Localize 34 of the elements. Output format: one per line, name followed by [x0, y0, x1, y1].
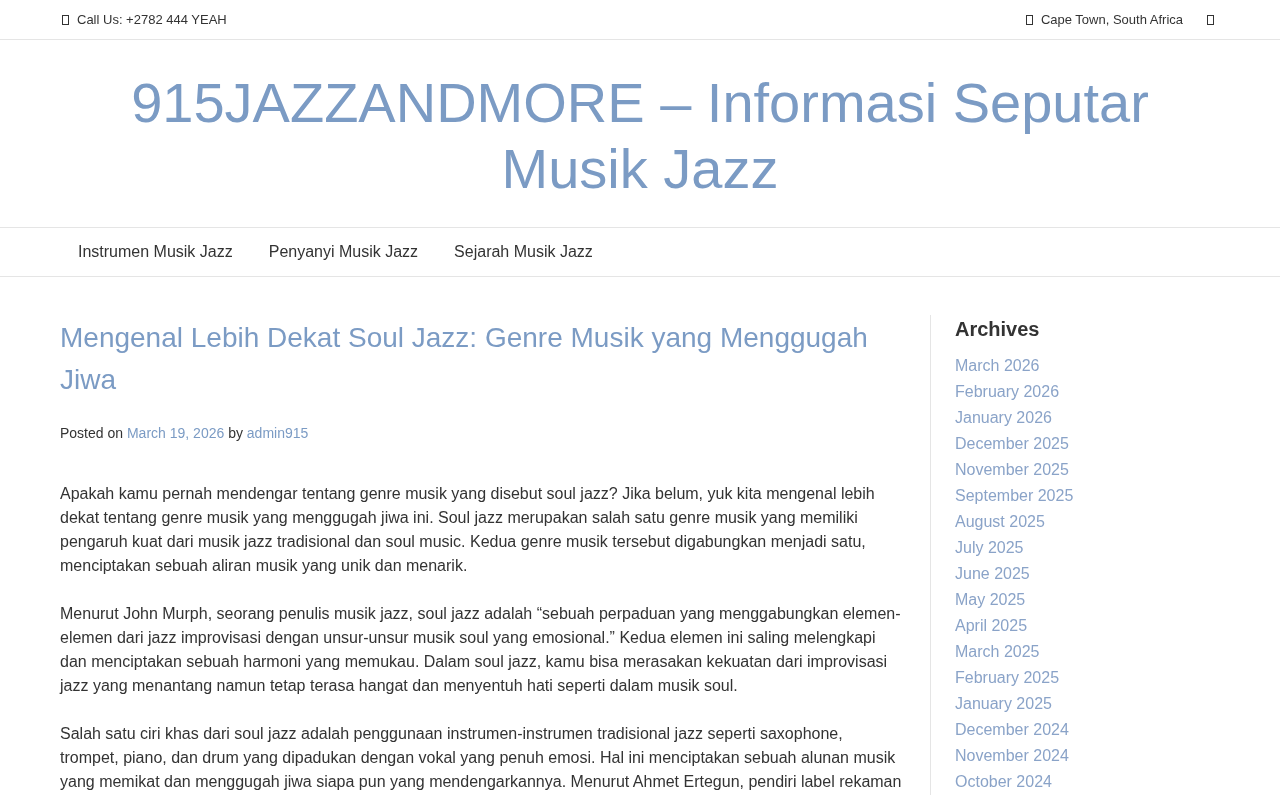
- post-title[interactable]: Mengenal Lebih Dekat Soul Jazz: Genre Musik yang Menggugah Jiwa: [60, 317, 905, 401]
- archive-link[interactable]: November 2025: [955, 461, 1069, 478]
- location-text: Cape Town, South Africa: [1040, 10, 1183, 29]
- body-paragraph: Apakah kamu pernah mendengar tentang genre musik yang disebut soul jazz? Jika belum, yuk kita mengenal lebih dekat tentang genre musik yang menggugah jiwa ini. Soul jazz merupakan salah satu genre musik yang memiliki pengaruh kuat dari musik jazz tradisional dan soul music. Kedua genre musik tersebut digabungkan menjadi satu, menciptakan sebuah aliran musik yang unik dan menarik.: [60, 484, 876, 576]
- archive-link[interactable]: July 2025: [955, 539, 1024, 556]
- archive-link[interactable]: April 2025: [955, 617, 1028, 634]
- archive-link[interactable]: March 2025: [955, 643, 1040, 660]
- archive-link[interactable]: January 2025: [955, 695, 1052, 712]
- archive-link[interactable]: January 2026: [955, 409, 1052, 426]
- body-paragraph: Menurut John Murph, seorang penulis musik jazz, soul jazz adalah “sebuah perpaduan yang menggabungkan elemen-elemen dari jazz improvisasi dengan unsur-unsur musik soul yang emosional.” Kedua elemen ini saling melengkapi dan menciptakan sebuah harmoni yang memukau. Dalam soul jazz, kamu bisa merasakan kekuatan dari improvisasi jazz yang menantang namun tetap terasa hangat dan menyentuh hati seperti dalam musik soul.: [60, 604, 902, 696]
- site-title[interactable]: 915JAZZANDMORE – Informasi Seputar Musik Jazz: [120, 65, 1160, 202]
- missing-glyph-icon: [62, 14, 69, 25]
- author-link[interactable]: admin915: [246, 425, 309, 441]
- archive-link[interactable]: February 2026: [955, 383, 1060, 400]
- phone-text: Call Us: +2782 444 YEAH: [77, 10, 227, 29]
- archive-link[interactable]: November 2024: [955, 747, 1069, 764]
- archive-link[interactable]: December 2024: [955, 721, 1069, 738]
- nav-link[interactable]: Penyanyi Musik Jazz: [250, 240, 437, 264]
- archive-link[interactable]: October 2024: [955, 773, 1052, 790]
- archive-link[interactable]: June 2025: [955, 565, 1030, 582]
- body-paragraph: Salah satu ciri khas dari soul jazz adalah penggunaan instrumen-instrumen tradisional jazz seperti saxophone, trompet, piano, dan drum yang dipadukan dengan vokal yang penuh emosi. Hal ini menciptakan sebuah alunan musik yang memikat dan menggugah jiwa siapa pun yang mendengarkannya. Menurut Ahmet Ertegun, pendiri label rekaman: [60, 724, 903, 792]
- missing-glyph-icon: [1025, 14, 1033, 25]
- post-meta: Posted on March 19, 2026 by admin915: [60, 424, 310, 443]
- archive-link[interactable]: September 2025: [955, 487, 1074, 504]
- archive-link[interactable]: December 2025: [955, 435, 1069, 452]
- archive-link[interactable]: May 2025: [955, 591, 1026, 608]
- archive-link[interactable]: February 2025: [955, 669, 1060, 686]
- missing-glyph-icon: [1207, 14, 1214, 25]
- nav-link[interactable]: Sejarah Musik Jazz: [436, 240, 611, 264]
- nav-link[interactable]: Instrumen Musik Jazz: [60, 240, 251, 264]
- post-date-link[interactable]: March 19, 2026: [126, 425, 225, 441]
- archives-heading: Archives: [955, 317, 1041, 342]
- archive-link[interactable]: March 2026: [955, 357, 1040, 374]
- archive-link[interactable]: August 2025: [955, 513, 1045, 530]
